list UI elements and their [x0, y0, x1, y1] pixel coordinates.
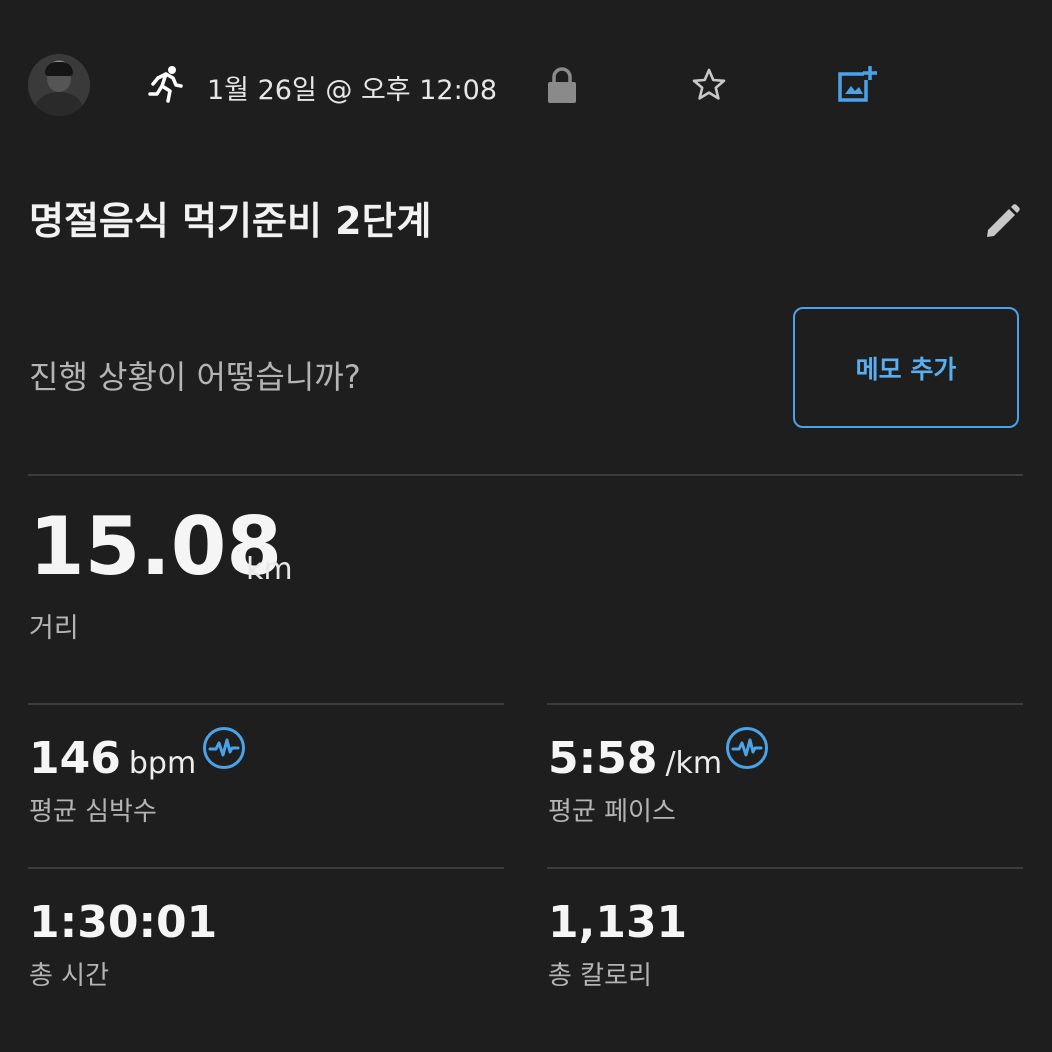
- heart-rate-label: 평균 심박수: [29, 797, 157, 827]
- progress-prompt: 진행 상황이 어떻습니까?: [29, 358, 361, 396]
- pace-value: 5:58/km: [548, 737, 722, 781]
- calories-value: 1,131: [548, 897, 688, 948]
- avatar[interactable]: [28, 54, 90, 116]
- total-time-label: 총 시간: [29, 961, 110, 991]
- add-note-button[interactable]: 메모 추가: [793, 307, 1019, 428]
- divider: [28, 474, 1023, 476]
- distance-label: 거리: [29, 613, 79, 644]
- avatar-hair: [45, 62, 73, 76]
- lock-icon[interactable]: [546, 66, 578, 104]
- add-photo-icon[interactable]: [836, 64, 878, 104]
- avatar-body: [36, 92, 82, 116]
- calories-label: 총 칼로리: [548, 961, 652, 991]
- distance-value: 15.08: [29, 500, 283, 593]
- pace-label: 평균 페이스: [548, 797, 676, 827]
- heart-rate-unit: bpm: [128, 746, 197, 781]
- heart-rate-value: 146 bpm: [29, 737, 196, 781]
- activity-date: 1월 26일 @ 오후 12:08: [207, 75, 498, 106]
- pace-number: 5:58: [548, 733, 658, 784]
- pace-unit: /km: [665, 746, 723, 781]
- pulse-icon[interactable]: [725, 726, 769, 770]
- pencil-icon[interactable]: [982, 202, 1022, 242]
- pulse-icon[interactable]: [202, 726, 246, 770]
- divider: [28, 703, 504, 705]
- total-time-value: 1:30:01: [29, 897, 218, 948]
- heart-rate-number: 146: [29, 733, 121, 784]
- divider: [547, 703, 1023, 705]
- distance-unit: km: [246, 552, 293, 587]
- star-icon[interactable]: [690, 66, 728, 104]
- divider: [547, 867, 1023, 869]
- running-icon: [148, 66, 183, 103]
- divider: [28, 867, 504, 869]
- activity-title: 명절음식 먹기준비 2단계: [29, 199, 432, 243]
